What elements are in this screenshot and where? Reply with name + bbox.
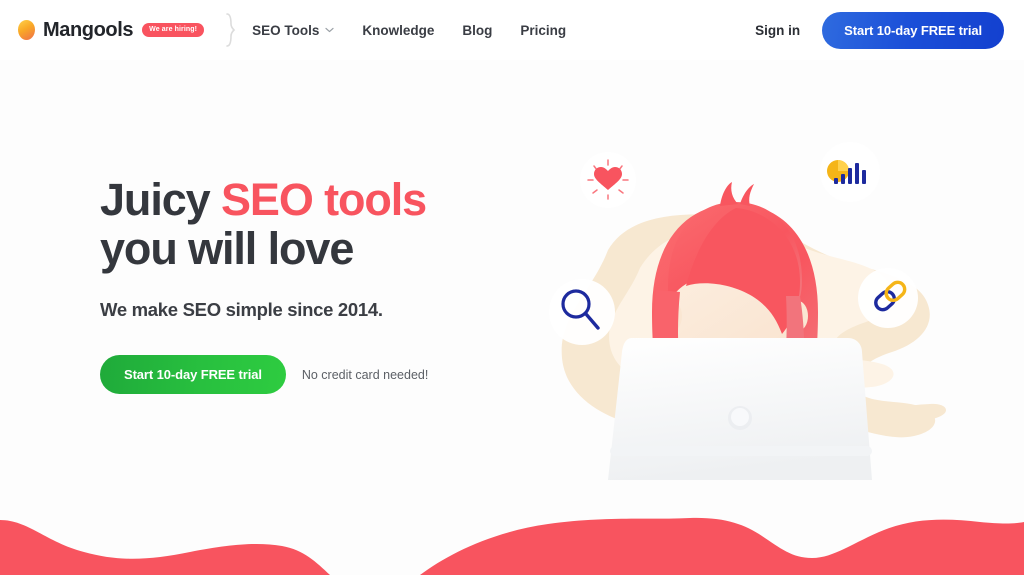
header-actions: Sign in Start 10-day FREE trial <box>755 11 1004 49</box>
bar-chart-pie-icon-bubble <box>820 142 880 202</box>
landing-page: Mangools We are hiring! SEO Tools Knowle… <box>0 0 1024 575</box>
heart-icon-bubble <box>580 152 636 208</box>
hero-subhead: We make SEO simple since 2014. <box>100 299 383 321</box>
sign-in-link[interactable]: Sign in <box>755 23 800 38</box>
page-title: Juicy SEO tools you will love <box>100 174 530 274</box>
chevron-down-icon <box>325 27 334 33</box>
hero-cta-row: Start 10-day FREE trial No credit card n… <box>100 355 530 395</box>
headline-line-2: you will love <box>100 222 354 274</box>
nav-item-label: Knowledge <box>362 22 435 38</box>
woman-at-laptop-illustration <box>500 120 970 485</box>
nav-item-pricing[interactable]: Pricing <box>520 23 566 38</box>
nav-item-label: Blog <box>462 22 493 38</box>
hero-free-trial-button[interactable]: Start 10-day FREE trial <box>100 355 286 395</box>
main-nav: SEO Tools Knowledge Blog Pricing <box>252 23 566 38</box>
nav-item-label: Pricing <box>520 22 567 38</box>
hero-cta-note: No credit card needed! <box>301 367 429 382</box>
nav-item-blog[interactable]: Blog <box>462 23 492 38</box>
curly-brace-divider-icon <box>224 13 236 47</box>
headline-plain-1: Juicy <box>100 174 221 225</box>
site-header: Mangools We are hiring! SEO Tools Knowle… <box>0 0 1024 60</box>
nav-item-knowledge[interactable]: Knowledge <box>362 23 434 38</box>
nav-item-label: SEO Tools <box>252 22 320 38</box>
hero-copy: Juicy SEO tools you will love We make SE… <box>100 174 530 395</box>
nav-item-seo-tools[interactable]: SEO Tools <box>252 23 334 38</box>
mangools-egg-logo-icon <box>18 20 35 40</box>
brand-name: Mangools <box>43 18 134 41</box>
brand-logo[interactable]: Mangools <box>18 18 134 42</box>
hiring-badge[interactable]: We are hiring! <box>142 23 205 37</box>
search-magnifier-icon-bubble <box>549 279 615 345</box>
chain-link-icon-bubble <box>858 268 918 328</box>
coral-wave-decoration <box>0 480 1024 575</box>
header-free-trial-button[interactable]: Start 10-day FREE trial <box>822 11 1004 49</box>
laptop-icon <box>608 338 872 480</box>
headline-accent: SEO tools <box>220 174 427 225</box>
